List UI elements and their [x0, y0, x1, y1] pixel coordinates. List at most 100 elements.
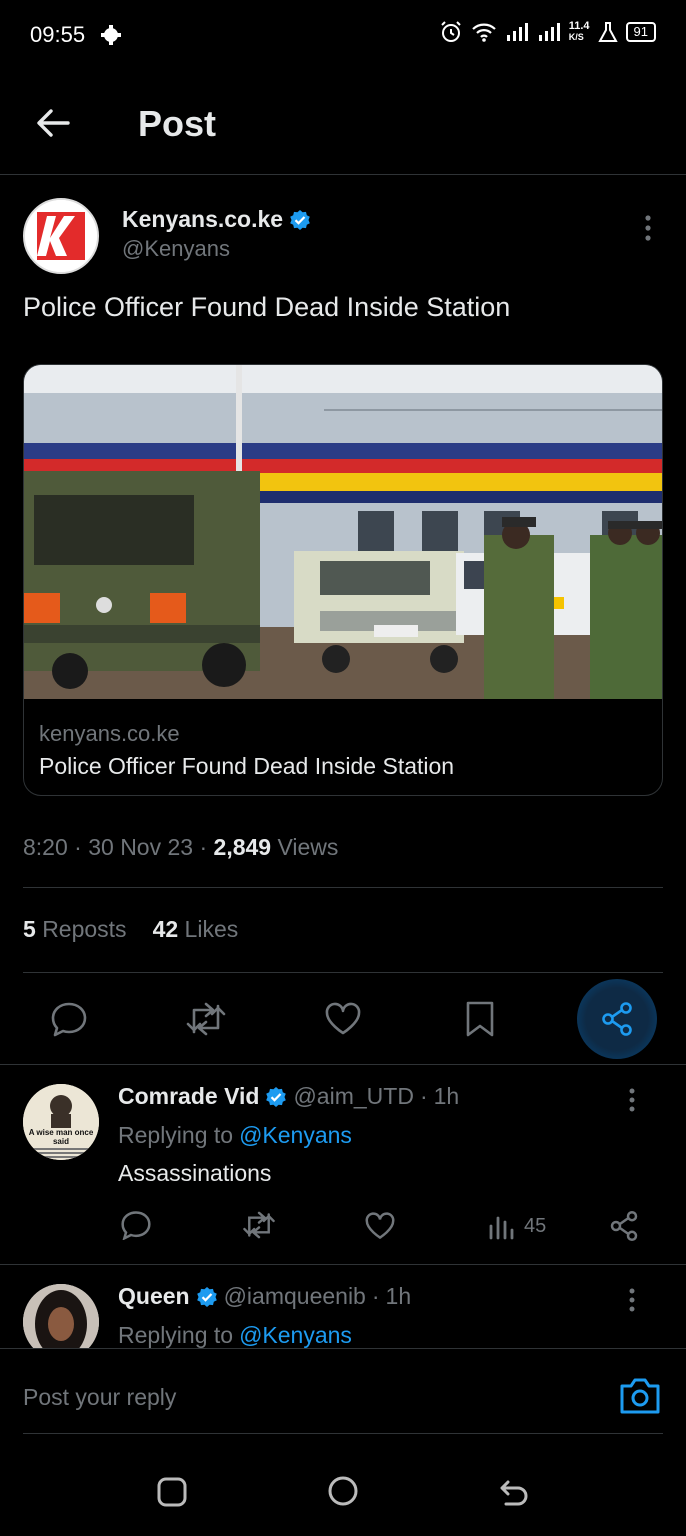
battery-indicator: 91 — [625, 22, 656, 42]
signal-icon — [537, 22, 561, 42]
like-icon — [365, 1212, 395, 1239]
verified-icon — [289, 209, 311, 231]
avatar[interactable] — [23, 198, 99, 274]
wifi-icon — [471, 21, 497, 43]
header-divider — [0, 174, 686, 175]
meta-divider — [23, 887, 663, 888]
reply-time: 1h — [385, 1283, 412, 1309]
reply-icon — [121, 1211, 151, 1240]
network-speed: 11.4 K/S — [569, 21, 590, 43]
repost-button[interactable] — [178, 991, 234, 1047]
card-domain[interactable]: kenyans.co.ke — [39, 721, 180, 747]
actions-divider — [0, 1064, 686, 1065]
kenyans-logo-icon — [25, 200, 97, 272]
more-icon — [645, 215, 651, 241]
reply-text: Assassinations — [118, 1160, 272, 1186]
reply-avatar[interactable]: A wise man once said — [23, 1084, 99, 1160]
reply-input[interactable]: Post your reply — [23, 1384, 176, 1411]
reply-more-button[interactable] — [620, 1286, 644, 1316]
replying-to: Replying to @Kenyans — [118, 1122, 352, 1149]
reply-author-handle[interactable]: @aim_UTD — [293, 1083, 413, 1110]
reply-header: Comrade Vid @aim_UTD · 1h — [118, 1083, 459, 1110]
android-status-icon — [100, 24, 122, 46]
replying-to: Replying to @Kenyans — [118, 1322, 352, 1349]
meta-separator: · — [199, 834, 214, 860]
repost-icon — [186, 1002, 226, 1036]
post-time: 8:20 — [23, 834, 68, 860]
likes-count[interactable]: 42 — [153, 916, 179, 942]
recents-icon — [157, 1477, 187, 1507]
reply-views-count[interactable]: 45 — [524, 1215, 546, 1238]
reply-share-button[interactable] — [608, 1210, 640, 1242]
network-speed-value: 11.4 — [568, 20, 590, 32]
more-icon — [629, 1088, 635, 1112]
reply-reply-button[interactable] — [120, 1210, 152, 1240]
reply-like-button[interactable] — [364, 1212, 396, 1240]
post-stats: 5 Reposts 42 Likes — [23, 916, 238, 943]
home-icon — [328, 1476, 358, 1506]
status-time: 09:55 — [30, 22, 86, 47]
bookmark-button[interactable] — [452, 991, 508, 1047]
post-date: 30 Nov 23 — [88, 834, 194, 860]
alarm-icon — [439, 20, 463, 44]
camera-icon — [620, 1378, 660, 1414]
replying-to-prefix: Replying to — [118, 1322, 234, 1348]
views-count: 2,849 — [213, 834, 272, 860]
reply-views[interactable]: 45 — [488, 1212, 546, 1240]
author-name[interactable]: Kenyans.co.ke — [122, 206, 311, 233]
post-meta: 8:20 · 30 Nov 23 · 2,849 Views — [23, 834, 338, 861]
verified-icon — [265, 1086, 287, 1108]
reply-author-name[interactable]: Queen — [118, 1283, 190, 1310]
link-card[interactable]: kenyans.co.ke Police Officer Found Dead … — [23, 364, 663, 796]
reply-divider — [0, 1264, 686, 1265]
likes-stat[interactable]: 42 Likes — [153, 916, 239, 943]
status-icons: 11.4 K/S 91 — [439, 20, 656, 44]
reposts-count[interactable]: 5 — [23, 916, 36, 942]
flask-icon — [597, 21, 618, 43]
page-title: Post — [138, 103, 217, 144]
camera-button[interactable] — [618, 1376, 662, 1420]
reply-time: 1h — [433, 1083, 460, 1109]
replying-to-prefix: Replying to — [118, 1122, 234, 1148]
avatar-caption: A wise man once said — [28, 1128, 94, 1146]
post-text: Police Officer Found Dead Inside Station — [23, 292, 511, 322]
author-handle[interactable]: @Kenyans — [122, 236, 230, 262]
reply-icon — [51, 1002, 87, 1037]
share-button[interactable] — [589, 991, 645, 1047]
views-icon — [489, 1216, 514, 1240]
recents-button[interactable] — [156, 1476, 188, 1508]
composer-divider — [23, 1433, 663, 1434]
bookmark-icon — [466, 1001, 494, 1037]
replying-to-handle[interactable]: @Kenyans — [239, 1322, 352, 1349]
reply-dot: · — [419, 1083, 428, 1109]
verified-icon — [196, 1286, 218, 1308]
back-button[interactable] — [30, 100, 76, 146]
like-button[interactable] — [315, 991, 371, 1047]
reposts-label[interactable]: Reposts — [42, 916, 126, 942]
share-icon — [610, 1210, 638, 1242]
signal-icon — [505, 22, 529, 42]
more-icon — [629, 1288, 635, 1312]
reply-dot: · — [371, 1283, 380, 1309]
author-name-text[interactable]: Kenyans.co.ke — [122, 206, 283, 233]
share-icon — [602, 1002, 632, 1036]
card-title[interactable]: Police Officer Found Dead Inside Station — [39, 753, 454, 780]
card-image[interactable] — [24, 365, 663, 699]
likes-label[interactable]: Likes — [185, 916, 239, 942]
replying-to-handle[interactable]: @Kenyans — [239, 1122, 352, 1149]
back-nav-icon — [500, 1480, 528, 1506]
reply-avatar-image — [23, 1084, 99, 1160]
home-button[interactable] — [327, 1475, 359, 1507]
reply-author-handle[interactable]: @iamqueenib — [224, 1283, 366, 1310]
reply-header: Queen @iamqueenib · 1h — [118, 1283, 411, 1310]
reply-author-name[interactable]: Comrade Vid — [118, 1083, 259, 1110]
network-speed-unit: K/S — [568, 32, 584, 42]
repost-icon — [243, 1211, 275, 1239]
reply-more-button[interactable] — [620, 1086, 644, 1116]
back-arrow-icon — [37, 109, 70, 137]
reply-repost-button[interactable] — [242, 1211, 276, 1239]
reposts-stat[interactable]: 5 Reposts — [23, 916, 127, 943]
nav-back-button[interactable] — [498, 1476, 530, 1508]
reply-button[interactable] — [41, 991, 97, 1047]
post-more-button[interactable] — [636, 212, 660, 244]
